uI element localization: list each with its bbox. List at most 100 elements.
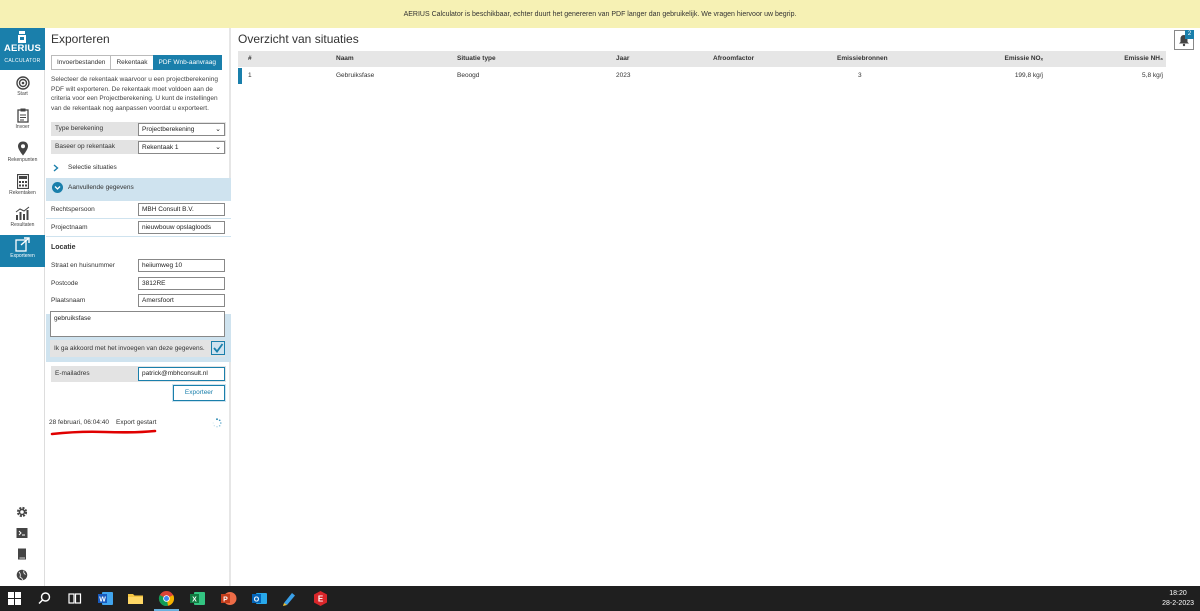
cell-index: 1 bbox=[248, 72, 252, 79]
aerius-logo[interactable]: AERIUS CALCULATOR bbox=[0, 28, 45, 70]
gear-icon[interactable] bbox=[16, 506, 28, 518]
tab-invoerbestanden[interactable]: Invoerbestanden bbox=[51, 55, 112, 70]
cell-jaar: 2023 bbox=[616, 72, 631, 79]
base-label: Baseer op rekentaak bbox=[55, 143, 115, 150]
checkmark-icon bbox=[213, 343, 224, 353]
globe-icon[interactable] bbox=[16, 569, 28, 581]
terminal-icon[interactable] bbox=[16, 527, 28, 539]
city-label: Plaatsnaam bbox=[51, 297, 86, 304]
nav-item-rekenpunten[interactable]: Rekenpunten bbox=[0, 139, 45, 171]
logo-mark-icon bbox=[18, 31, 26, 43]
agree-row: Ik ga akkoord met het invoegen van deze … bbox=[50, 340, 225, 357]
paint-icon[interactable] bbox=[281, 590, 298, 607]
chevron-down-icon: ⌄ bbox=[215, 144, 221, 151]
export-icon bbox=[15, 237, 30, 252]
agree-checkbox[interactable] bbox=[211, 341, 225, 355]
nav-label-invoer: Invoer bbox=[15, 124, 30, 130]
windows-start-icon[interactable] bbox=[6, 590, 23, 607]
legal-label: Rechtspersoon bbox=[51, 206, 95, 213]
nav-label-rekentaken: Rekentaken bbox=[9, 190, 36, 196]
nav-item-exporteren[interactable]: Exporteren bbox=[0, 235, 45, 267]
postcode-label: Postcode bbox=[51, 280, 79, 287]
intro-text: Selecteer de rekentaak waarvoor u een pr… bbox=[51, 76, 218, 112]
left-navigation: AERIUS CALCULATOR Start Invoer Rekenpunt… bbox=[0, 28, 45, 586]
chrome-icon[interactable] bbox=[158, 590, 175, 607]
red-app-icon[interactable]: E bbox=[312, 590, 329, 607]
additional-data-label: Aanvullende gegevens bbox=[68, 184, 134, 191]
col-emissiebronnen: Emissiebronnen bbox=[837, 55, 888, 62]
selection-toggle[interactable]: Selectie situaties bbox=[46, 159, 231, 177]
loading-spinner-icon bbox=[212, 418, 222, 428]
logo-product: CALCULATOR bbox=[4, 58, 41, 64]
nav-label-exporteren: Exporteren bbox=[10, 253, 35, 259]
calculator-icon bbox=[16, 174, 29, 189]
postcode-input[interactable]: 3812RE bbox=[138, 277, 225, 290]
col-situatie-type: Situatie type bbox=[457, 55, 496, 62]
legal-input[interactable]: MBH Consult B.V. bbox=[138, 203, 225, 216]
type-select[interactable]: Projectberekening ⌄ bbox=[138, 123, 225, 136]
email-label: E-mailadres bbox=[55, 370, 90, 377]
base-select[interactable]: Rekentaak 1 ⌄ bbox=[138, 141, 225, 154]
svg-text:X: X bbox=[192, 597, 197, 604]
col-emissie-nh3: Emissie NH₃ bbox=[1124, 55, 1163, 62]
task-view-icon[interactable] bbox=[66, 590, 83, 607]
svg-text:P: P bbox=[223, 597, 228, 604]
word-icon[interactable]: W bbox=[97, 590, 114, 607]
book-icon[interactable] bbox=[16, 548, 28, 560]
nav-item-invoer[interactable]: Invoer bbox=[0, 106, 45, 138]
taskbar-clock[interactable]: 18:20 28-2-2023 bbox=[1162, 589, 1194, 609]
nav-item-start[interactable]: Start bbox=[0, 74, 45, 106]
nav-label-start: Start bbox=[17, 91, 28, 97]
clock-date: 28-2-2023 bbox=[1162, 600, 1194, 607]
bar-chart-icon bbox=[15, 206, 30, 220]
cell-emissie-nh3: 5,8 kg/j bbox=[1142, 72, 1163, 79]
nav-label-rekenpunten: Rekenpunten bbox=[7, 157, 38, 163]
cell-naam: Gebruiksfase bbox=[336, 72, 375, 79]
svg-text:E: E bbox=[318, 595, 324, 604]
svg-text:W: W bbox=[99, 597, 106, 604]
panel-title: Exporteren bbox=[51, 32, 110, 46]
tab-rekentaak[interactable]: Rekentaak bbox=[110, 55, 154, 70]
clipboard-icon bbox=[16, 108, 29, 123]
col-emissie-nox: Emissie NOₓ bbox=[1004, 55, 1043, 62]
powerpoint-icon[interactable]: P bbox=[220, 590, 237, 607]
nav-item-resultaten[interactable]: Resultaten bbox=[0, 204, 45, 236]
map-pin-icon bbox=[17, 141, 28, 156]
table-header: # Naam Situatie type Jaar Afroomfactor E… bbox=[238, 51, 1166, 67]
project-label: Projectnaam bbox=[51, 224, 88, 231]
cell-emissie-nox: 199,8 kg/j bbox=[1014, 72, 1043, 79]
search-icon[interactable] bbox=[36, 590, 53, 607]
city-input[interactable]: Amersfoort bbox=[138, 294, 225, 307]
description-textarea[interactable]: gebruiksfase bbox=[50, 311, 225, 337]
table-row[interactable]: 1 Gebruiksfase Beoogd 2023 3 199,8 kg/j … bbox=[238, 68, 1166, 84]
export-tabs: Invoerbestanden Rekentaak PDF Wnb-aanvra… bbox=[51, 55, 222, 70]
target-icon bbox=[15, 76, 30, 90]
export-button[interactable]: Exporteer bbox=[173, 385, 225, 401]
street-input[interactable]: heiiumweg 10 bbox=[138, 259, 225, 272]
type-label: Type berekening bbox=[55, 125, 104, 132]
logo-brand: AERIUS bbox=[3, 43, 42, 54]
col-afroomfactor: Afroomfactor bbox=[713, 55, 755, 62]
additional-data-toggle[interactable]: Aanvullende gegevens bbox=[46, 179, 231, 197]
windows-taskbar: W X P O E 18:20 28-2-2023 bbox=[0, 586, 1200, 611]
street-label: Straat en huisnummer bbox=[51, 262, 115, 269]
agree-label: Ik ga akkoord met het invoegen van deze … bbox=[54, 345, 205, 352]
chevron-down-icon: ⌄ bbox=[215, 126, 221, 133]
base-select-value: Rekentaak 1 bbox=[142, 144, 179, 151]
notifications-button[interactable]: 2 bbox=[1174, 30, 1194, 50]
nav-item-rekentaken[interactable]: Rekentaken bbox=[0, 172, 45, 204]
file-explorer-icon[interactable] bbox=[127, 590, 144, 607]
overview-title: Overzicht van situaties bbox=[238, 32, 359, 46]
selection-label: Selectie situaties bbox=[68, 164, 117, 171]
email-input[interactable]: patrick@mbhconsult.nl bbox=[138, 367, 225, 381]
project-input[interactable]: nieuwbouw opslagloods bbox=[138, 221, 225, 234]
location-heading: Locatie bbox=[51, 244, 76, 251]
tab-pdf-wnb-aanvraag[interactable]: PDF Wnb-aanvraag bbox=[152, 55, 222, 70]
col-jaar: Jaar bbox=[616, 55, 630, 62]
clock-time: 18:20 bbox=[1169, 590, 1187, 597]
status-timestamp: 28 februari, 06:04:40 bbox=[49, 419, 109, 426]
excel-icon[interactable]: X bbox=[189, 590, 206, 607]
outlook-icon[interactable]: O bbox=[251, 590, 268, 607]
type-select-value: Projectberekening bbox=[142, 126, 195, 133]
col-index: # bbox=[248, 55, 252, 62]
